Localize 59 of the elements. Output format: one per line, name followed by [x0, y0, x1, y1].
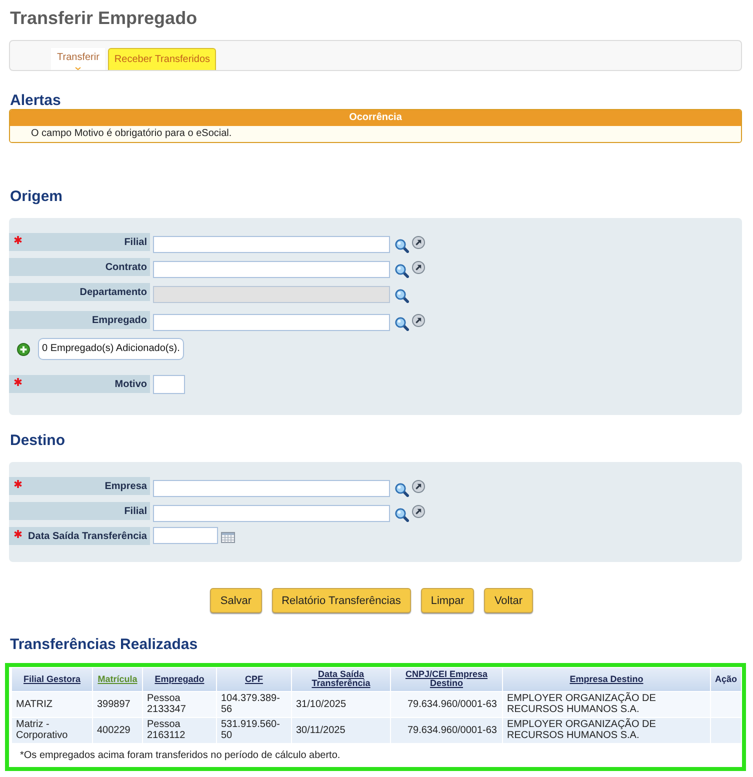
column-header[interactable]: Data Saída Transferência: [292, 668, 390, 691]
calendar-icon[interactable]: [221, 532, 235, 543]
tab[interactable]: Receber Transferidos: [108, 48, 216, 70]
text-field[interactable]: [153, 505, 390, 522]
column-header[interactable]: Empregado: [142, 668, 216, 691]
table-cell: Pessoa 2163112: [142, 717, 216, 743]
table-cell: Matriz - Corporativo: [12, 717, 92, 743]
plus-icon[interactable]: [17, 342, 30, 356]
field-label: Filial: [124, 236, 147, 248]
column-header[interactable]: Filial Gestora: [12, 668, 92, 691]
table-cell: 30/11/2025: [292, 717, 390, 743]
chevron-down-icon: [74, 67, 82, 70]
table-cell: MATRIZ: [12, 691, 92, 717]
column-header[interactable]: Empresa Destino: [502, 668, 710, 691]
field-label: Empregado: [92, 314, 147, 326]
text-field[interactable]: [153, 480, 390, 497]
alert-message: O campo Motivo é obrigatório para o eSocial.: [10, 126, 741, 142]
text-field[interactable]: [153, 314, 390, 331]
table-cell: 104.379.389-56: [216, 691, 292, 717]
table-cell: 79.634.960/0001-63: [390, 717, 502, 743]
text-field[interactable]: [153, 375, 185, 394]
field-label: Empresa: [104, 480, 147, 492]
search-icon[interactable]: [395, 264, 409, 278]
table-cell: Pessoa 2133347: [142, 691, 216, 717]
table-cell: 400229: [92, 717, 142, 743]
tab[interactable]: Transferir: [51, 48, 106, 70]
table-cell: EMPLOYER ORGANIZAÇÃO DE RECURSOS HUMANOS S.A.: [502, 717, 710, 743]
text-field[interactable]: [153, 236, 390, 253]
text-field[interactable]: [153, 261, 390, 278]
form-button[interactable]: Relatório Transferências: [272, 588, 411, 613]
field-label: Filial: [124, 506, 147, 516]
search-icon[interactable]: [395, 508, 409, 522]
section-heading: Alertas: [10, 92, 62, 109]
table-cell: 399897: [92, 691, 142, 717]
search-icon[interactable]: [395, 483, 409, 497]
table-cell: 79.634.960/0001-63: [390, 691, 502, 717]
search-icon[interactable]: [395, 289, 409, 303]
section-heading: Transferências Realizadas: [10, 636, 199, 653]
form-button[interactable]: Limpar: [420, 588, 474, 613]
form-button[interactable]: Salvar: [210, 588, 262, 613]
search-icon[interactable]: [395, 239, 409, 253]
alert-column-header: Ocorrência: [10, 110, 741, 126]
search-icon[interactable]: [395, 317, 409, 331]
column-header: Ação: [710, 668, 742, 691]
column-header[interactable]: CNPJ/CEI Empresa Destino: [390, 668, 502, 691]
table-cell: 531.919.560-50: [216, 717, 292, 743]
section-heading: Destino: [10, 432, 66, 449]
table-cell: EMPLOYER ORGANIZAÇÃO DE RECURSOS HUMANOS S.A.: [502, 691, 710, 717]
section-heading: Origem: [10, 188, 64, 205]
field-label: Departamento: [80, 286, 147, 298]
field-label: Motivo: [114, 378, 147, 390]
form-button[interactable]: Voltar: [484, 588, 533, 613]
page-title: Transferir Empregado: [9, 7, 198, 28]
date-field[interactable]: [153, 527, 218, 544]
table-cell: 31/10/2025: [292, 691, 390, 717]
column-header[interactable]: CPF: [216, 668, 292, 691]
added-employees-count: 0 Empregado(s) Adicionado(s).: [38, 338, 184, 360]
field-label: Data Saída Transferência: [28, 530, 147, 542]
field-label: Contrato: [105, 262, 147, 272]
